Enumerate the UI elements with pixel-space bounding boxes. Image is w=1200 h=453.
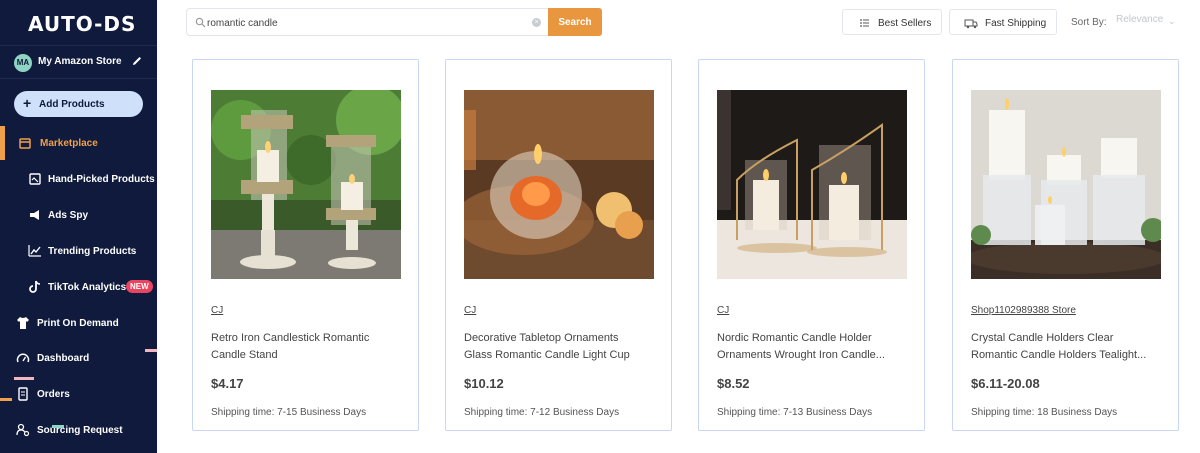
sort-by-label: Sort By:	[1071, 17, 1107, 28]
plus-icon: +	[23, 95, 32, 111]
product-title[interactable]: Nordic Romantic Candle Holder Ornaments …	[717, 330, 907, 364]
product-image-candlestick-stands[interactable]	[211, 90, 401, 279]
product-card[interactable]: CJ Decorative Tabletop Ornaments Glass R…	[445, 59, 672, 431]
best-sellers-label: Best Sellers	[878, 18, 932, 29]
product-title[interactable]: Decorative Tabletop Ornaments Glass Roma…	[464, 330, 654, 364]
sidebar-item-label: Orders	[37, 389, 70, 400]
shipping-time: Shipping time: 7-15 Business Days	[211, 407, 367, 418]
fast-shipping-label: Fast Shipping	[985, 18, 1047, 29]
product-title-line: Romantic Candle Holders Tealight...	[971, 349, 1147, 361]
sidebar-item-label: Dashboard	[37, 353, 90, 364]
product-title-line: Glass Romantic Candle Light Cup	[464, 349, 630, 361]
decor-stripe	[0, 398, 12, 401]
new-badge: NEW	[126, 280, 153, 293]
product-price: $6.11-20.08	[971, 376, 1040, 391]
sort-select[interactable]: Relevance ⌄	[1116, 14, 1178, 30]
product-image-nordic-candle-holder[interactable]	[717, 90, 907, 279]
product-title-line: Nordic Romantic Candle Holder	[717, 332, 872, 344]
decor-stripe	[145, 349, 157, 352]
sidebar-item-print-on-demand[interactable]: Print On Demand	[0, 308, 157, 338]
list-icon	[860, 19, 869, 27]
megaphone-icon	[30, 210, 39, 220]
supplier-link[interactable]: Shop1102989388 Store	[971, 305, 1076, 316]
supplier-link[interactable]: CJ	[211, 305, 223, 316]
search-button[interactable]: Search	[548, 8, 602, 36]
tiktok-icon	[29, 280, 41, 293]
best-sellers-filter[interactable]: Best Sellers	[842, 9, 942, 35]
supplier-link[interactable]: CJ	[717, 305, 729, 316]
gauge-icon	[16, 353, 30, 363]
tshirt-icon	[17, 317, 29, 329]
sort-value: Relevance	[1116, 14, 1164, 25]
sidebar-item-label: TikTok Analytics	[48, 282, 127, 293]
product-price: $10.12	[464, 376, 504, 391]
product-title-line: Decorative Tabletop Ornaments	[464, 332, 619, 344]
sidebar-item-orders[interactable]: Orders	[0, 379, 157, 409]
product-card[interactable]: CJ Nordic Romantic Candle Holder Ornamen…	[698, 59, 925, 431]
orders-icon	[18, 387, 28, 401]
sidebar-item-sourcing[interactable]: Sourcing Request	[0, 415, 157, 445]
shipping-time: Shipping time: 18 Business Days	[971, 407, 1118, 418]
app-root: AUTO-DS MA My Amazon Store + Add Product…	[0, 0, 1200, 453]
truck-icon	[964, 19, 978, 29]
product-card[interactable]: CJ Retro Iron Candlestick Romantic Candl…	[192, 59, 419, 431]
store-selector[interactable]: MA My Amazon Store	[0, 45, 157, 79]
chevron-down-icon: ⌄	[1168, 16, 1176, 26]
search-icon	[195, 17, 206, 28]
picked-products-icon	[29, 173, 41, 185]
sidebar-item-label: Print On Demand	[37, 318, 119, 329]
sidebar-item-label: Ads Spy	[48, 210, 89, 221]
product-price: $8.52	[717, 376, 750, 391]
add-products-label: Add Products	[39, 99, 105, 110]
sidebar-item-ads-spy[interactable]: Ads Spy	[0, 200, 157, 230]
supplier-link[interactable]: CJ	[464, 305, 476, 316]
product-image-crystal-candle-holders[interactable]	[971, 90, 1161, 279]
shipping-time: Shipping time: 7-13 Business Days	[717, 407, 873, 418]
sidebar-item-label: Trending Products	[48, 246, 137, 257]
clear-search-icon[interactable]: ×	[532, 18, 541, 27]
product-title[interactable]: Crystal Candle Holders Clear Romantic Ca…	[971, 330, 1161, 364]
product-title-line: Crystal Candle Holders Clear	[971, 332, 1114, 344]
store-name: My Amazon Store	[38, 56, 122, 67]
pencil-icon[interactable]	[131, 55, 143, 67]
decor-stripe	[52, 425, 64, 428]
trending-chart-icon	[28, 245, 41, 257]
decor-stripe	[14, 377, 34, 380]
search-box: ×	[186, 8, 548, 36]
sidebar-item-label: Sourcing Request	[37, 425, 123, 436]
store-avatar: MA	[14, 54, 32, 72]
product-title[interactable]: Retro Iron Candlestick Romantic Candle S…	[211, 330, 401, 364]
sidebar: AUTO-DS MA My Amazon Store + Add Product…	[0, 0, 157, 453]
fast-shipping-filter[interactable]: Fast Shipping	[949, 9, 1057, 35]
sidebar-item-marketplace[interactable]: Marketplace	[0, 128, 157, 158]
search-input[interactable]	[207, 15, 517, 31]
sidebar-item-label: Marketplace	[40, 138, 98, 149]
shipping-time: Shipping time: 7-12 Business Days	[464, 407, 620, 418]
product-title-line: Ornaments Wrought Iron Candle...	[717, 349, 885, 361]
product-title-line: Retro Iron Candlestick Romantic	[211, 332, 370, 344]
sidebar-item-tiktok[interactable]: TikTok Analytics NEW	[0, 272, 157, 302]
autods-logo[interactable]: AUTO-DS	[28, 12, 136, 36]
sidebar-item-label: Hand-Picked Products	[48, 174, 155, 185]
store-icon	[19, 138, 31, 149]
product-price: $4.17	[211, 376, 244, 391]
product-image-glass-candle-cup[interactable]	[464, 90, 654, 279]
add-products-button[interactable]: + Add Products	[14, 91, 143, 117]
sourcing-icon	[16, 423, 30, 437]
sidebar-item-hand-picked[interactable]: Hand-Picked Products	[0, 164, 157, 194]
product-title-line: Candle Stand	[211, 349, 278, 361]
sidebar-item-dashboard[interactable]: Dashboard	[0, 343, 157, 373]
product-card[interactable]: Shop1102989388 Store Crystal Candle Hold…	[952, 59, 1179, 431]
sidebar-item-trending[interactable]: Trending Products	[0, 236, 157, 266]
